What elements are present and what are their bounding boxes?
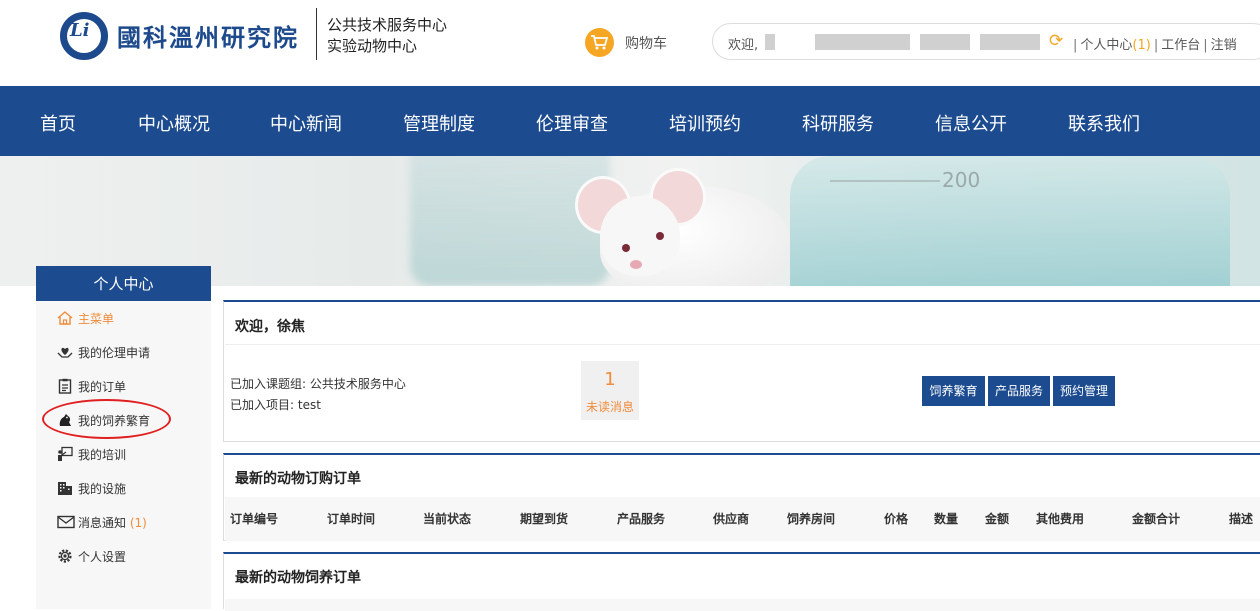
nav-regulations[interactable]: 管理制度	[403, 110, 475, 136]
heart-hand-icon	[57, 344, 73, 360]
col-amount: 金额	[985, 512, 1010, 526]
sidebar-item-personal-settings[interactable]: 个人设置	[57, 548, 126, 565]
nav-home[interactable]: 首页	[40, 110, 76, 136]
nav-training[interactable]: 培训预约	[669, 110, 741, 136]
center-name-line2: 实验动物中心	[327, 37, 418, 55]
col-quantity: 数量	[934, 512, 959, 526]
unread-label: 未读消息	[585, 400, 634, 414]
highlight-annotation	[42, 399, 171, 439]
redacted-username	[765, 34, 775, 50]
welcome-text: 欢迎,	[728, 38, 759, 53]
nav-research-services[interactable]: 科研服务	[802, 110, 874, 136]
col-other-fees: 其他费用	[1036, 512, 1085, 526]
col-product-service: 产品服务	[617, 512, 666, 526]
nav-news[interactable]: 中心新闻	[270, 110, 342, 136]
reservation-management-button[interactable]: 预约管理	[1053, 376, 1115, 406]
product-services-button[interactable]: 产品服务	[988, 376, 1050, 406]
col-expected-arrival: 期望到货	[520, 512, 569, 526]
sidebar-title: 个人中心	[36, 266, 211, 301]
col-current-status: 当前状态	[423, 512, 472, 526]
gear-icon	[57, 548, 73, 564]
sidebar-item-my-orders[interactable]: 我的订单	[57, 378, 126, 395]
nav-ethics-review[interactable]: 伦理审查	[536, 110, 608, 136]
center-name-line1: 公共技术服务中心	[327, 16, 448, 34]
home-icon	[57, 310, 73, 326]
refresh-icon[interactable]: ⟳	[1049, 31, 1063, 51]
user-center-count: (1)	[1132, 38, 1151, 53]
col-supplier: 供应商	[713, 512, 750, 526]
nav-contact[interactable]: 联系我们	[1068, 110, 1140, 136]
joined-group-text: 已加入课题组: 公共技术服务中心	[230, 377, 406, 391]
sidebar-item-notifications[interactable]: 消息通知 (1)	[57, 514, 147, 531]
building-icon	[57, 480, 73, 496]
workbench-link[interactable]: 工作台	[1161, 38, 1200, 53]
col-order-time: 订单时间	[327, 512, 376, 526]
sidebar-item-ethics-applications[interactable]: 我的伦理申请	[57, 344, 150, 361]
animal-orders-panel: 最新的动物订购订单	[223, 453, 1260, 541]
unread-count: 1	[604, 369, 616, 390]
flask-scale-label: 200	[942, 168, 981, 192]
col-order-number: 订单编号	[230, 512, 279, 526]
shopping-cart-icon[interactable]	[585, 28, 614, 57]
col-description: 描述	[1229, 512, 1254, 526]
welcome-panel: 欢迎，徐焦	[223, 300, 1260, 442]
redacted-username	[980, 34, 1040, 50]
site-header: Li 國科溫州研究院 公共技术服务中心 实验动物中心 购物车 欢迎, ⟳ | 个人…	[0, 0, 1260, 86]
logo-divider	[316, 8, 317, 60]
mail-icon	[57, 514, 75, 530]
animal-breeding-title: 最新的动物饲养订单	[235, 570, 361, 586]
redacted-username	[815, 34, 910, 50]
animal-breeding-panel: 最新的动物饲养订单	[223, 552, 1260, 611]
nav-public-info[interactable]: 信息公开	[935, 110, 1007, 136]
flask-illustration	[790, 156, 1230, 286]
sidebar-item-main-menu[interactable]: 主菜单	[57, 310, 114, 327]
unread-messages-widget[interactable]: 1 未读消息	[581, 361, 639, 420]
nav-overview[interactable]: 中心概况	[138, 110, 210, 136]
user-center-link[interactable]: 个人中心(1)	[1080, 38, 1150, 53]
institute-name[interactable]: 國科溫州研究院	[117, 18, 299, 53]
logout-link[interactable]: 注销	[1211, 38, 1237, 53]
breeding-button[interactable]: 饲养繁育	[922, 376, 985, 406]
cart-link[interactable]: 购物车	[625, 33, 667, 53]
col-price: 价格	[884, 512, 909, 526]
logo-mark: Li	[70, 20, 90, 41]
joined-project-text: 已加入项目: test	[230, 398, 321, 412]
user-links: | 个人中心(1) | 工作台 | 注销	[1073, 38, 1237, 53]
welcome-title: 欢迎，徐焦	[235, 319, 305, 335]
col-total-amount: 金额合计	[1132, 512, 1181, 526]
col-rearing-room: 饲养房间	[787, 512, 836, 526]
notification-count: (1)	[129, 516, 147, 530]
main-nav: 首页 中心概况 中心新闻 管理制度 伦理审查 培训预约 科研服务 信息公开 联系…	[0, 86, 1260, 156]
redacted-username	[920, 34, 970, 50]
training-icon	[57, 446, 73, 462]
sidebar-item-my-training[interactable]: 我的培训	[57, 446, 126, 463]
animal-orders-title: 最新的动物订购订单	[235, 471, 361, 487]
institute-logo-emblem[interactable]: Li	[60, 12, 108, 60]
clipboard-icon	[57, 378, 73, 394]
sidebar-item-my-facilities[interactable]: 我的设施	[57, 480, 126, 497]
